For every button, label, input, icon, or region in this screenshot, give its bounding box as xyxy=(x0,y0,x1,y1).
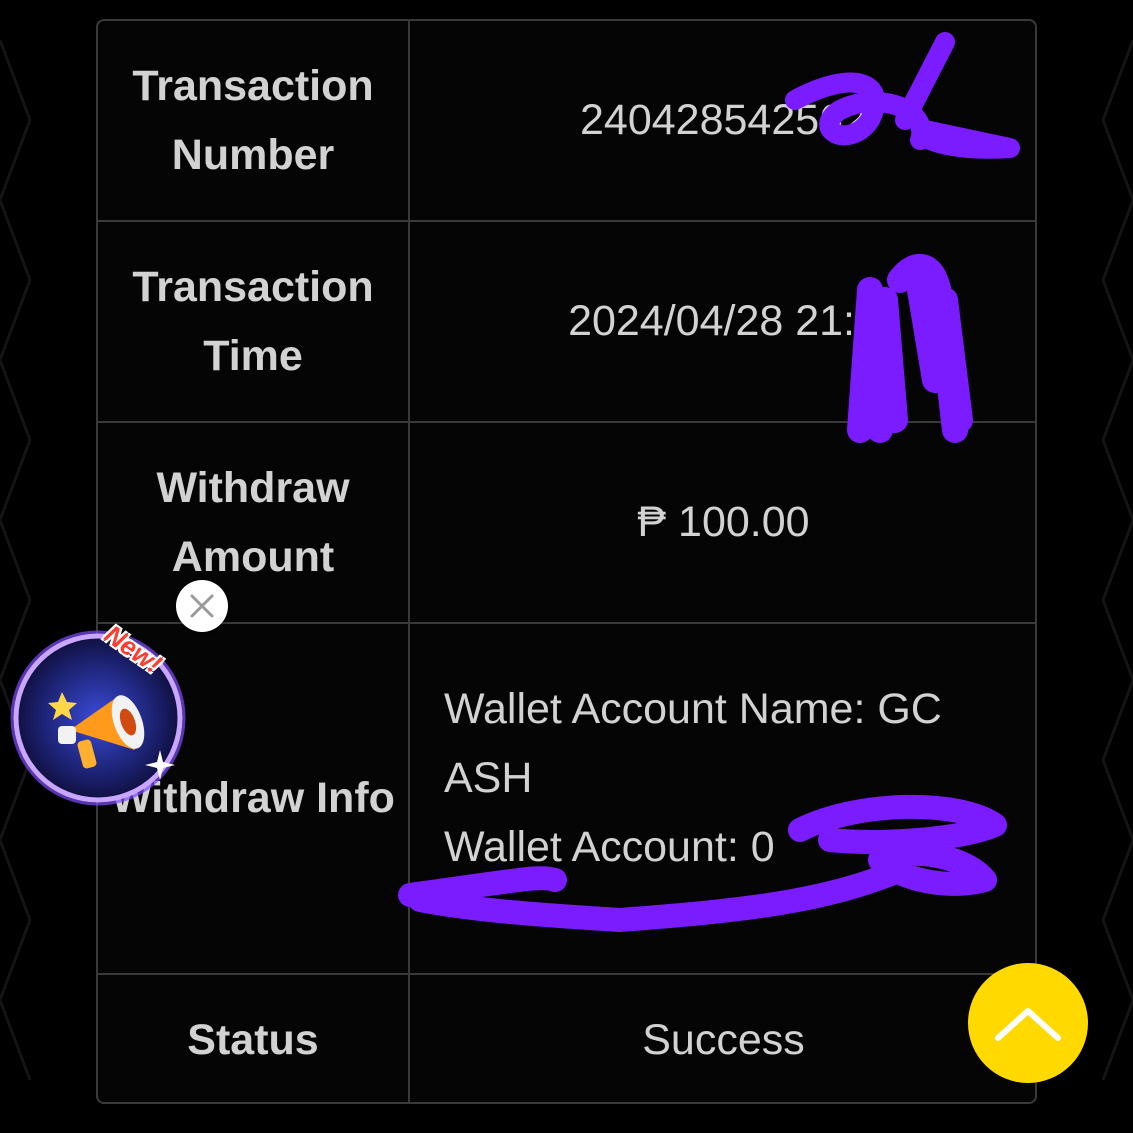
withdraw-amount-label: Withdraw Amount xyxy=(98,423,410,622)
promo-floating-button[interactable]: New! xyxy=(10,619,190,810)
chevron-up-icon xyxy=(995,1008,1061,1041)
transaction-number-row: Transaction Number 240428542562 xyxy=(98,21,1035,222)
status-value: Success xyxy=(642,1016,805,1064)
transaction-time-label: Transaction Time xyxy=(98,222,410,421)
withdraw-amount-value: ₱ 100.00 xyxy=(637,498,810,546)
transaction-time-row: Transaction Time 2024/04/28 21:1 xyxy=(98,222,1035,423)
withdraw-info-row: Withdraw Info Wallet Account Name: GC AS… xyxy=(98,624,1035,975)
left-edge-pattern xyxy=(0,39,32,1081)
transaction-detail-screen: Transaction Number 240428542562 Transact… xyxy=(0,0,1133,1133)
withdraw-amount-row: Withdraw Amount ₱ 100.00 xyxy=(98,423,1035,624)
wallet-account-name-line: Wallet Account Name: GC xyxy=(444,685,942,733)
close-icon xyxy=(190,594,214,618)
promo-close-button[interactable] xyxy=(176,580,228,632)
status-row: Status Success xyxy=(98,975,1035,1102)
wallet-account-name-line-continued: ASH xyxy=(444,754,533,802)
wallet-account-line: Wallet Account: 0 xyxy=(444,823,775,871)
transaction-number-label: Transaction Number xyxy=(98,21,410,220)
transaction-detail-table: Transaction Number 240428542562 Transact… xyxy=(96,19,1037,1104)
withdraw-info-value: Wallet Account Name: GC ASH Wallet Accou… xyxy=(412,624,1035,973)
transaction-time-value: 2024/04/28 21:1 xyxy=(568,297,879,345)
status-label: Status xyxy=(98,975,410,1102)
transaction-number-value: 240428542562 xyxy=(580,96,867,144)
scroll-to-top-button[interactable] xyxy=(968,963,1088,1083)
right-edge-pattern xyxy=(1101,39,1133,1081)
